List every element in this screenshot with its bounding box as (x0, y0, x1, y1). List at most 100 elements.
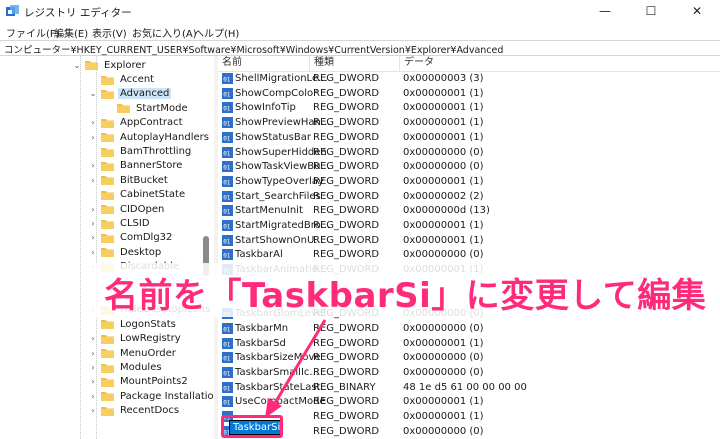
value-row[interactable]: 01 ShowTypeOverlay REG_DWORD 0x00000001 (1) (218, 175, 720, 190)
tree-item[interactable]: › BannerStore (88, 159, 184, 173)
key-tree[interactable]: ⌄ Explorer Accent ⌄ Advanced StartMode › AppCon… (0, 56, 214, 439)
value-row[interactable]: 01 Start_SearchFiles REG_DWORD 0x00000002 (… (218, 190, 720, 205)
folder-icon (101, 348, 114, 359)
chevron-right-icon[interactable]: › (88, 334, 98, 343)
tree-item[interactable]: › AutoplayHandlers (88, 130, 211, 144)
value-row[interactable]: 01 TaskbarAl REG_DWORD 0x00000000 (0) (218, 248, 720, 263)
tree-item[interactable]: › Modules (88, 360, 164, 374)
value-row[interactable]: 01 TaskbarSd REG_DWORD 0x00000001 (1) (218, 337, 720, 352)
binary-value-icon: 01 (222, 367, 233, 378)
chevron-right-icon[interactable]: › (88, 349, 98, 358)
value-data: 0x00000000 (0) (403, 352, 484, 364)
chevron-right-icon[interactable]: › (88, 406, 98, 415)
value-data: 0x00000000 (0) (403, 249, 484, 261)
tree-item[interactable]: › RecentDocs (88, 404, 181, 418)
tree-item[interactable]: ⌄ Explorer (72, 58, 148, 72)
folder-icon (101, 118, 114, 128)
svg-text:01: 01 (223, 326, 231, 333)
tree-item-label: MountPoints2 (120, 376, 188, 388)
value-row[interactable]: 01 StartMigratedBro... REG_DWORD 0x00000001… (218, 219, 720, 234)
chevron-right-icon[interactable]: › (88, 118, 98, 127)
menu-help[interactable]: ヘルプ(H) (194, 25, 239, 40)
folder-icon (85, 60, 98, 71)
address-path[interactable]: コンピューター¥HKEY_CURRENT_USER¥Software¥Micro… (4, 42, 503, 56)
column-name[interactable]: 名前 (218, 56, 310, 72)
svg-text:01: 01 (223, 179, 231, 186)
value-row[interactable]: 01 TaskbarStateLast... REG_BINARY 48 1e d5 … (218, 381, 720, 396)
chevron-right-icon[interactable]: › (88, 205, 98, 214)
tree-item[interactable]: › CLSID (88, 216, 152, 230)
value-row[interactable]: 01 StartMenuInit REG_DWORD 0x0000000d (13) (218, 204, 720, 219)
tree-item-label: Explorer (104, 59, 146, 71)
tree-item[interactable]: LogonStats (88, 317, 178, 331)
menu-edit[interactable]: 編集(E) (54, 25, 88, 40)
value-type: REG_DWORD (313, 73, 380, 84)
chevron-right-icon[interactable]: › (88, 248, 98, 257)
value-type: REG_DWORD (313, 161, 380, 173)
value-row[interactable]: 01 ShowSuperHidden REG_DWORD 0x00000000 (0) (218, 146, 720, 161)
close-button[interactable]: ✕ (674, 0, 720, 22)
chevron-right-icon[interactable]: › (88, 176, 98, 185)
tree-item[interactable]: › MountPoints2 (88, 375, 190, 389)
chevron-right-icon[interactable]: › (88, 363, 98, 372)
value-row[interactable]: 01 TaskbarSmallIc... REG_DWORD 0x00000000 (… (218, 366, 720, 381)
tree-item-label: CIDOpen (120, 203, 165, 215)
value-row[interactable]: 01 TaskbarMn REG_DWORD 0x00000000 (0) (218, 322, 720, 337)
value-row[interactable]: 01 UseCompactMode REG_DWORD 0x00000001 (1) (218, 395, 720, 410)
value-row[interactable]: 01 REG_DWORD 0x00000001 (1) (218, 410, 720, 425)
value-type: REG_DWORD (313, 190, 380, 202)
value-name-cell: 01 ShowStatusBar (222, 131, 311, 143)
binary-value-icon: 01 (222, 190, 233, 202)
value-data: 48 1e d5 61 00 00 00 00 (403, 381, 527, 393)
tree-item[interactable]: › Package Installation (88, 389, 214, 403)
tree-item[interactable]: › AppContract (88, 116, 185, 130)
tree-item[interactable]: › Desktop (88, 245, 163, 259)
tree-item[interactable]: StartMode (104, 101, 190, 115)
binary-value-icon: 01 (222, 175, 233, 187)
column-type[interactable]: 種類 (310, 56, 400, 72)
tree-item[interactable]: ⌄ Advanced (88, 87, 172, 101)
svg-text:01: 01 (223, 194, 231, 201)
chevron-right-icon[interactable]: › (88, 392, 98, 401)
menu-file[interactable]: ファイル(F) (6, 25, 60, 40)
tree-item[interactable]: › BitBucket (88, 173, 170, 187)
chevron-right-icon[interactable]: › (88, 377, 98, 386)
tree-item[interactable]: CabinetState (88, 188, 187, 202)
address-bar[interactable]: コンピューター¥HKEY_CURRENT_USER¥Software¥Micro… (0, 40, 720, 56)
tree-item[interactable]: › MenuOrder (88, 346, 178, 360)
menu-view[interactable]: 表示(V) (92, 25, 127, 40)
value-row[interactable]: 01 ShowPreviewHan... REG_DWORD 0x00000001 (… (218, 116, 720, 131)
value-name: TaskbarAl (235, 249, 283, 261)
values-list[interactable]: 名前 種類 データ 01 ShellMigrationLe... REG_DWORD… (218, 56, 720, 439)
tree-item[interactable]: › LowRegistry (88, 332, 183, 346)
chevron-down-icon[interactable]: ⌄ (72, 61, 82, 70)
value-row[interactable]: 01 REG_DWORD 0x00000000 (0) (218, 425, 720, 439)
chevron-right-icon[interactable]: › (88, 233, 98, 242)
menu-bar: ファイル(F) 編集(E) 表示(V) お気に入り(A) ヘルプ(H) (0, 22, 720, 40)
maximize-button[interactable]: ☐ (628, 0, 674, 22)
value-row[interactable]: 01 StartShownOnU... REG_DWORD 0x00000001 (1… (218, 234, 720, 249)
value-name-cell: 01 TaskbarSd (222, 337, 286, 349)
chevron-right-icon[interactable]: › (88, 219, 98, 228)
tree-item[interactable]: BamThrottling (88, 144, 193, 158)
menu-favorites[interactable]: お気に入り(A) (132, 25, 197, 40)
annotation-text: 名前を「TaskbarSi」に変更して編集 (103, 275, 707, 317)
value-row[interactable]: 01 ShellMigrationLe... REG_DWORD 0x00000003… (218, 72, 720, 87)
tree-item[interactable]: Accent (88, 72, 156, 86)
chevron-right-icon[interactable]: › (88, 161, 98, 170)
minimize-button[interactable]: — (582, 0, 628, 22)
chevron-down-icon[interactable]: ⌄ (88, 89, 98, 98)
tree-item[interactable]: › CIDOpen (88, 202, 166, 216)
value-type: REG_DWORD (313, 87, 380, 99)
value-row[interactable]: 01 ShowInfoTip REG_DWORD 0x00000001 (1) (218, 101, 720, 116)
value-name: TaskbarMn (235, 322, 289, 334)
column-data[interactable]: データ (400, 56, 720, 72)
tree-item[interactable]: › ComDlg32 (88, 231, 174, 245)
value-type: REG_DWORD (313, 146, 380, 158)
value-type: REG_DWORD (313, 337, 380, 349)
value-row[interactable]: 01 ShowStatusBar REG_DWORD 0x00000001 (1) (218, 131, 720, 146)
chevron-right-icon[interactable]: › (88, 133, 98, 142)
value-row[interactable]: 01 ShowCompColor REG_DWORD 0x00000001 (1) (218, 87, 720, 102)
value-row[interactable]: 01 ShowTaskViewBu... REG_DWORD 0x00000000 (… (218, 160, 720, 175)
value-row[interactable]: 01 TaskbarSizeMove REG_DWORD 0x00000000 (0) (218, 351, 720, 366)
